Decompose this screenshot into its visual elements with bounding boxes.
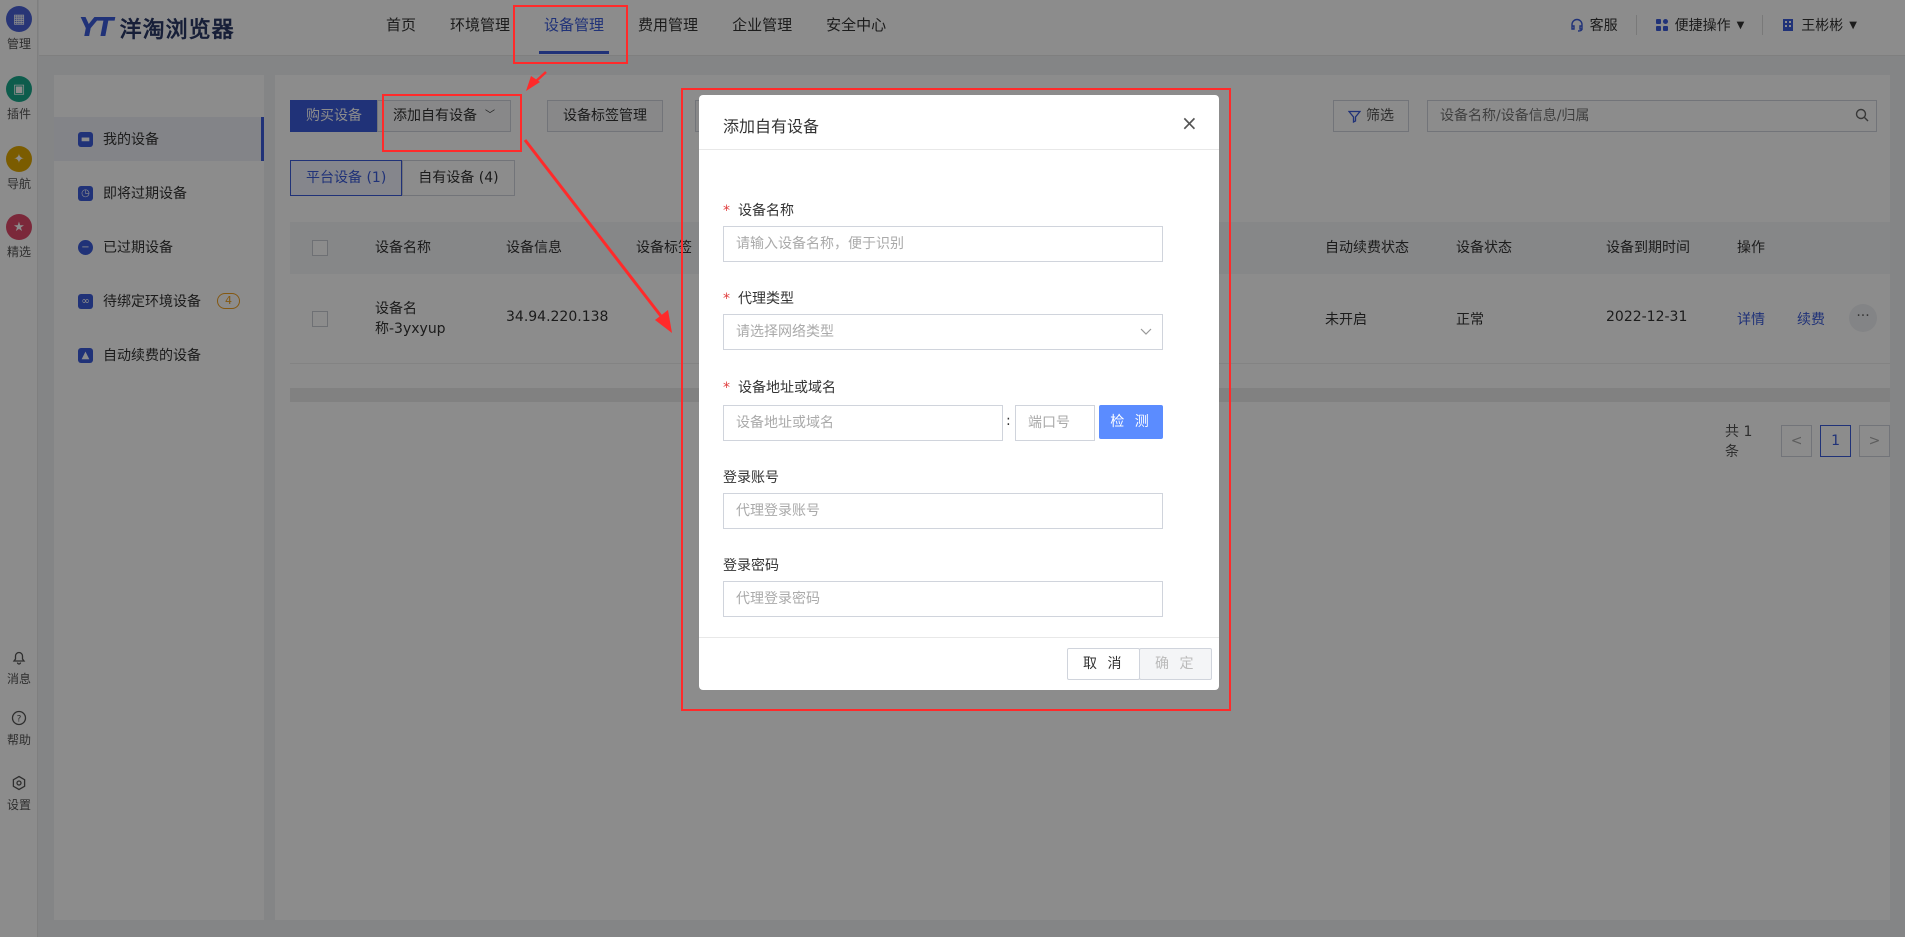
highlight-box-nav [513, 5, 628, 64]
highlight-box-add-button [382, 94, 522, 152]
highlight-box-dialog [681, 88, 1231, 711]
